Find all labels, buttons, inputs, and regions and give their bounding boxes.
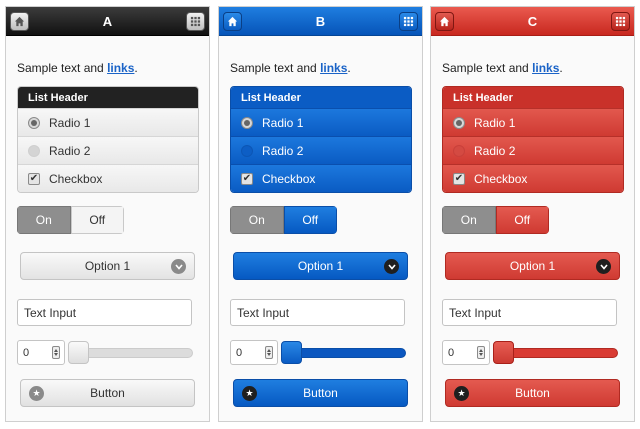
- star-button[interactable]: ★ Button: [20, 379, 195, 407]
- sample-link[interactable]: links: [320, 61, 347, 75]
- button-label: Button: [515, 386, 550, 400]
- slider-track[interactable]: [72, 348, 193, 358]
- checkbox-checked[interactable]: ✔: [453, 172, 465, 185]
- theme-panel-c: C Sample text and links. List Header Rad…: [430, 6, 635, 422]
- theme-panel-a: A Sample text and links. List Header Rad…: [5, 6, 210, 422]
- radio-1-item[interactable]: Radio 1: [18, 108, 198, 136]
- radio-selected[interactable]: [28, 116, 40, 129]
- theme-panel-b: B Sample text and links. List Header Rad…: [218, 6, 423, 422]
- home-icon: [227, 16, 238, 27]
- grid-button[interactable]: [611, 12, 630, 31]
- checkbox-item[interactable]: ✔ Checkbox: [443, 164, 623, 192]
- home-button[interactable]: [223, 12, 242, 31]
- radio-unselected[interactable]: [241, 144, 253, 157]
- flip-toggle[interactable]: On Off: [442, 206, 549, 234]
- slider-track[interactable]: [497, 348, 618, 358]
- home-icon: [439, 16, 450, 27]
- star-icon: ★: [242, 386, 257, 401]
- grid-button[interactable]: [399, 12, 418, 31]
- grid-icon: [403, 16, 414, 27]
- radio-selected[interactable]: [241, 116, 253, 129]
- radio-unselected[interactable]: [28, 144, 40, 157]
- toggle-off[interactable]: Off: [70, 206, 124, 234]
- home-button[interactable]: [435, 12, 454, 31]
- sample-text: Sample text and links.: [17, 61, 138, 75]
- toggle-off[interactable]: Off: [283, 206, 337, 234]
- flip-toggle[interactable]: On Off: [230, 206, 337, 234]
- checkbox-checked[interactable]: ✔: [241, 172, 253, 185]
- select-value: Option 1: [509, 259, 556, 273]
- list-header: List Header: [443, 87, 623, 108]
- home-button[interactable]: [10, 12, 29, 31]
- radio-1-item[interactable]: Radio 1: [231, 108, 411, 136]
- checkbox-item[interactable]: ✔ Checkbox: [231, 164, 411, 192]
- toggle-on[interactable]: On: [442, 206, 496, 234]
- header-bar: B: [219, 7, 422, 36]
- star-icon: ★: [454, 386, 469, 401]
- slider-number-input[interactable]: 0: [17, 340, 65, 365]
- header-title: C: [527, 13, 538, 29]
- button-label: Button: [303, 386, 338, 400]
- flip-toggle[interactable]: On Off: [17, 206, 124, 234]
- toggle-off[interactable]: Off: [495, 206, 549, 234]
- radio-2-item[interactable]: Radio 2: [18, 136, 198, 164]
- spinner-icon[interactable]: [265, 346, 273, 359]
- chevron-down-icon: [596, 259, 611, 274]
- toggle-on[interactable]: On: [17, 206, 71, 234]
- sample-link[interactable]: links: [107, 61, 134, 75]
- spinner-icon[interactable]: [477, 346, 485, 359]
- text-input[interactable]: Text Input: [230, 299, 405, 326]
- checkbox-checked[interactable]: ✔: [28, 172, 40, 185]
- sample-link[interactable]: links: [532, 61, 559, 75]
- toggle-on[interactable]: On: [230, 206, 284, 234]
- spinner-icon[interactable]: [52, 346, 60, 359]
- header-title: B: [315, 13, 326, 29]
- radio-1-item[interactable]: Radio 1: [443, 108, 623, 136]
- slider-number-input[interactable]: 0: [230, 340, 278, 365]
- chevron-down-icon: [384, 259, 399, 274]
- button-label: Button: [90, 386, 125, 400]
- grid-icon: [190, 16, 201, 27]
- sample-text: Sample text and links.: [442, 61, 563, 75]
- slider-handle[interactable]: [493, 341, 514, 364]
- listview: List Header Radio 1 Radio 2 ✔ Checkbox: [442, 86, 624, 193]
- radio-selected[interactable]: [453, 116, 465, 129]
- list-header: List Header: [231, 87, 411, 108]
- header-title: A: [102, 13, 113, 29]
- select-value: Option 1: [297, 259, 344, 273]
- checkbox-item[interactable]: ✔ Checkbox: [18, 164, 198, 192]
- star-icon: ★: [29, 386, 44, 401]
- text-input[interactable]: Text Input: [442, 299, 617, 326]
- slider-track[interactable]: [285, 348, 406, 358]
- listview: List Header Radio 1 Radio 2 ✔ Checkbox: [230, 86, 412, 193]
- select-value: Option 1: [84, 259, 131, 273]
- slider-handle[interactable]: [281, 341, 302, 364]
- radio-2-item[interactable]: Radio 2: [443, 136, 623, 164]
- radio-2-item[interactable]: Radio 2: [231, 136, 411, 164]
- listview: List Header Radio 1 Radio 2 ✔ Checkbox: [17, 86, 199, 193]
- star-button[interactable]: ★ Button: [233, 379, 408, 407]
- radio-unselected[interactable]: [453, 144, 465, 157]
- slider-handle[interactable]: [68, 341, 89, 364]
- header-bar: A: [6, 7, 209, 36]
- star-button[interactable]: ★ Button: [445, 379, 620, 407]
- home-icon: [14, 16, 25, 27]
- slider-number-input[interactable]: 0: [442, 340, 490, 365]
- chevron-down-icon: [171, 259, 186, 274]
- select-menu[interactable]: Option 1: [233, 252, 408, 280]
- grid-icon: [615, 16, 626, 27]
- list-header: List Header: [18, 87, 198, 108]
- text-input[interactable]: Text Input: [17, 299, 192, 326]
- select-menu[interactable]: Option 1: [445, 252, 620, 280]
- grid-button[interactable]: [186, 12, 205, 31]
- select-menu[interactable]: Option 1: [20, 252, 195, 280]
- header-bar: C: [431, 7, 634, 36]
- sample-text: Sample text and links.: [230, 61, 351, 75]
